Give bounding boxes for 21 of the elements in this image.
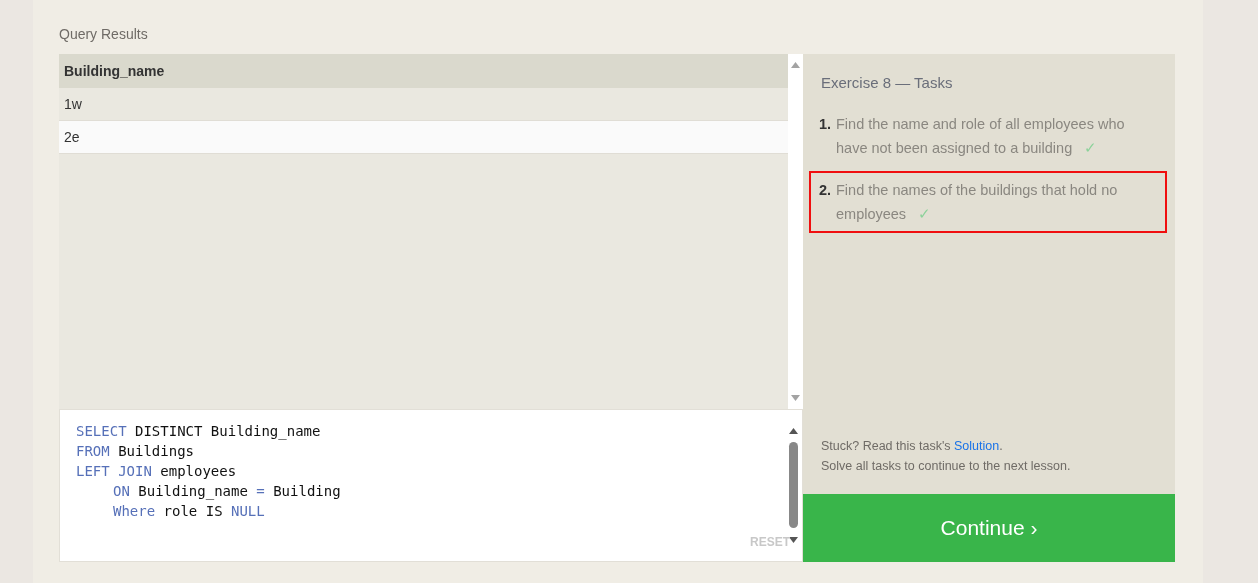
task-number: 2. [818, 181, 833, 200]
scrollbar-thumb[interactable] [789, 442, 798, 528]
code-line: FROM Buildings [76, 442, 195, 461]
code-line: LEFT JOIN employees [76, 462, 238, 481]
scroll-up-icon[interactable] [789, 428, 798, 434]
lesson-note: Solve all tasks to continue to the next lesson. [821, 458, 1072, 475]
hint-text: Stuck? Read this task's Solution. [821, 438, 1004, 455]
check-mark: ✓ [1084, 140, 1098, 156]
panel-title: Exercise 8 — Tasks [821, 74, 954, 91]
section-title: Query Results [59, 26, 149, 42]
column-header: Building_name [59, 54, 788, 88]
task-text: Find the name and role of all employees who have not been assigned to a building ✓ [836, 115, 1126, 158]
code-line: ON Building_name = Building [112, 482, 342, 501]
table-cell: 2e [59, 121, 788, 154]
code-line: Where role IS NULL [112, 502, 266, 521]
task-text: Find the names of the buildings that hold no employees ✓ [836, 181, 1119, 224]
check-mark: ✓ [918, 206, 932, 222]
continue-button[interactable]: Continue › [803, 494, 1175, 562]
scroll-down-icon[interactable] [789, 537, 798, 543]
task-number: 1. [818, 115, 833, 134]
code-line: SELECT DISTINCT Building_name [76, 422, 322, 441]
